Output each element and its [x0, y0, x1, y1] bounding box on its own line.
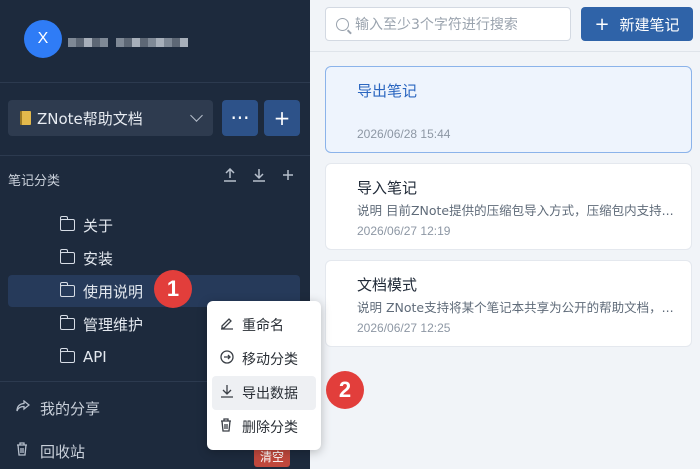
more-button[interactable]: ···	[222, 100, 258, 136]
category-label: 管理维护	[83, 315, 144, 334]
note-card[interactable]: 文档模式 说明 ZNote支持将某个笔记本共享为公开的帮助文档，... 2026…	[325, 260, 692, 347]
folder-open-icon	[59, 282, 75, 297]
note-desc: 说明 ZNote支持将某个笔记本共享为公开的帮助文档，...	[357, 300, 674, 315]
share-label: 我的分享	[40, 399, 101, 418]
notebook-name: ZNote帮助文档	[37, 109, 143, 128]
upload-icon[interactable]	[221, 166, 239, 184]
note-title: 导入笔记	[357, 179, 418, 197]
category-label: 使用说明	[83, 282, 144, 301]
move-category-menu-item[interactable]: 移动分类	[212, 342, 316, 376]
folder-icon	[59, 216, 75, 231]
category-item[interactable]: 安装	[8, 242, 300, 274]
move-icon	[220, 350, 242, 368]
note-date: 2026/06/28 15:44	[357, 127, 451, 141]
plus-icon: +	[594, 13, 610, 35]
username-blurred	[68, 34, 190, 50]
trash-icon	[16, 442, 36, 460]
folder-icon	[59, 249, 75, 264]
export-data-menu-item[interactable]: 导出数据	[212, 376, 316, 410]
chevron-down-icon	[190, 109, 203, 122]
menu-label: 重命名	[242, 318, 284, 334]
my-share-link[interactable]: 我的分享	[16, 396, 100, 420]
folder-icon	[59, 348, 75, 363]
folder-icon	[59, 315, 75, 330]
rename-menu-item[interactable]: 重命名	[212, 308, 316, 342]
avatar[interactable]: X	[24, 20, 62, 58]
download-icon[interactable]	[250, 166, 268, 184]
note-title: 文档模式	[357, 276, 418, 294]
note-card-selected[interactable]: 导出笔记 2026/06/28 15:44	[325, 66, 692, 153]
share-icon	[16, 399, 36, 416]
notebook-icon	[20, 111, 31, 125]
trash-label: 回收站	[40, 442, 86, 461]
search-placeholder: 输入至少3个字符进行搜索	[355, 17, 518, 33]
new-note-label: 新建笔记	[619, 15, 680, 34]
note-title: 导出笔记	[357, 82, 418, 100]
menu-label: 导出数据	[242, 386, 298, 402]
note-date: 2026/06/27 12:25	[357, 321, 451, 335]
delete-category-menu-item[interactable]: 删除分类	[212, 410, 316, 444]
add-category-icon[interactable]	[279, 166, 297, 184]
edit-icon	[220, 316, 242, 334]
note-desc: 说明 目前ZNote提供的压缩包导入方式，压缩包内支持...	[357, 203, 674, 218]
trash-icon	[220, 418, 242, 436]
search-icon	[336, 17, 349, 31]
search-input[interactable]: 输入至少3个字符进行搜索	[325, 7, 571, 41]
category-item[interactable]: 关于	[8, 209, 300, 241]
notebook-select[interactable]: ZNote帮助文档	[8, 100, 213, 136]
add-notebook-button[interactable]: +	[264, 100, 300, 136]
download-icon	[220, 384, 242, 402]
note-date: 2026/06/27 12:19	[357, 224, 451, 238]
category-label: 安装	[83, 249, 114, 268]
note-card[interactable]: 导入笔记 说明 目前ZNote提供的压缩包导入方式，压缩包内支持... 2026…	[325, 163, 692, 250]
step-1-badge: 1	[154, 270, 192, 308]
section-title: 笔记分类	[8, 174, 61, 189]
step-2-badge: 2	[326, 371, 364, 409]
menu-label: 删除分类	[242, 420, 298, 436]
trash-link[interactable]: 回收站	[16, 439, 85, 463]
category-label: 关于	[83, 216, 114, 235]
new-note-button[interactable]: + 新建笔记	[581, 7, 693, 41]
divider	[0, 155, 310, 156]
context-menu: 重命名 移动分类 导出数据 删除分类	[207, 301, 321, 450]
divider	[310, 51, 700, 52]
category-label: API	[83, 348, 107, 366]
menu-label: 移动分类	[242, 352, 298, 368]
divider	[0, 82, 310, 83]
